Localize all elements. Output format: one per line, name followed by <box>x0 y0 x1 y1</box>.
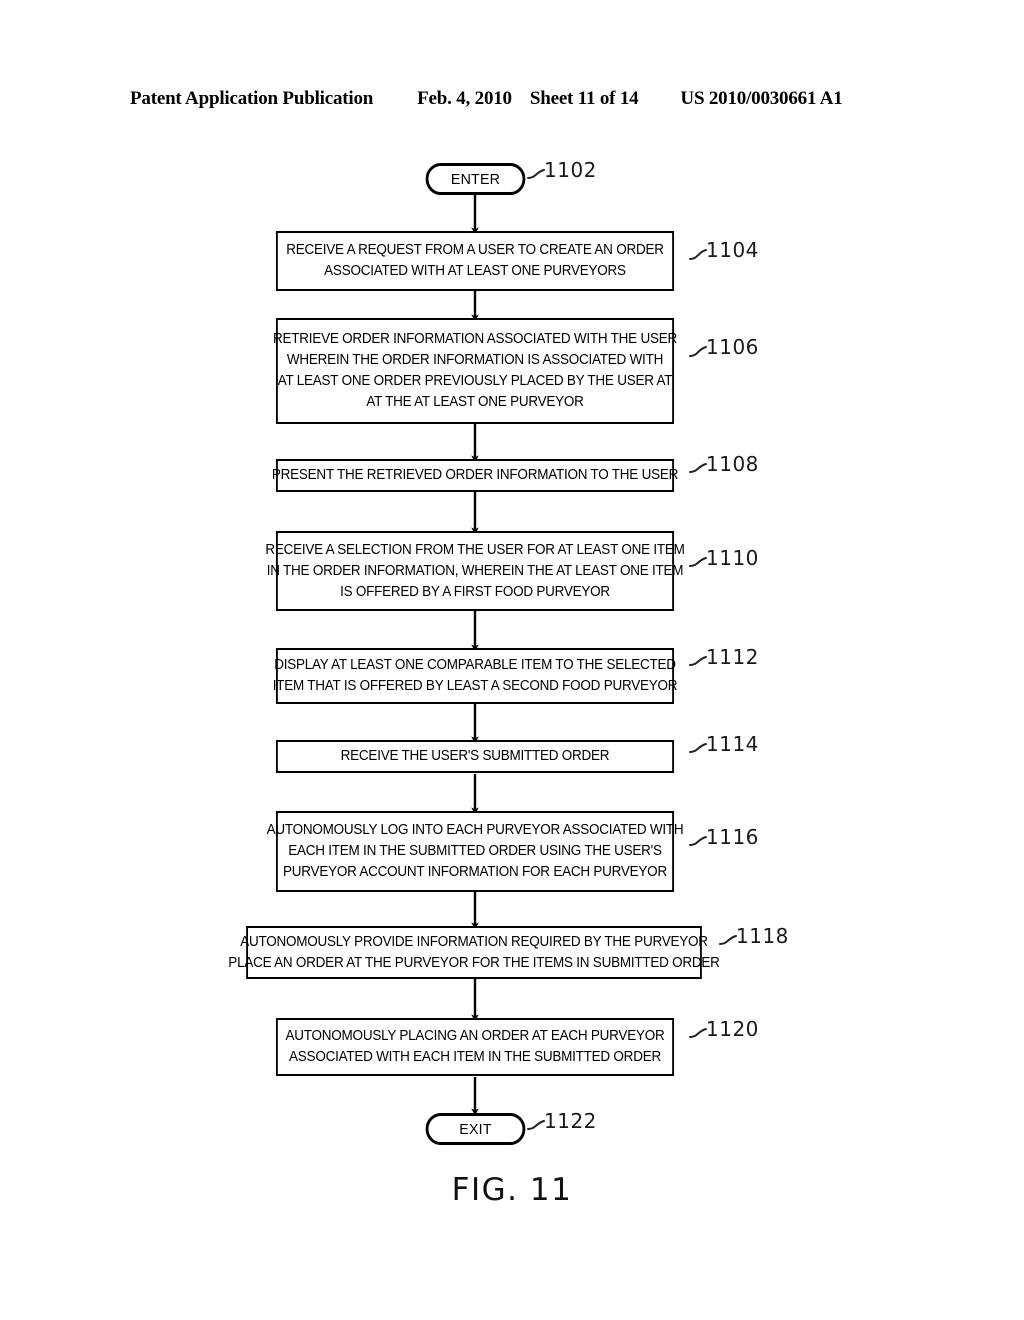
flow-node-1116-line-1: AUTONOMOUSLY LOG INTO EACH PURVEYOR ASSO… <box>266 822 684 838</box>
ref-numeral-1112: 1112 <box>706 645 759 669</box>
flow-node-1110-line-1: RECEIVE A SELECTION FROM THE USER FOR AT… <box>265 541 685 558</box>
flow-node-1106-line-3: AT LEAST ONE ORDER PREVIOUSLY PLACED BY … <box>277 373 673 389</box>
flow-node-1112-line-2: ITEM THAT IS OFFERED BY LEAST A SECOND F… <box>272 678 678 694</box>
flow-node-1106[interactable]: RETRIEVE ORDER INFORMATION ASSOCIATED WI… <box>273 318 677 424</box>
flow-node-1118-line-2: PLACE AN ORDER AT THE PURVEYOR FOR THE I… <box>228 954 720 971</box>
flow-node-1110-line-3: IS OFFERED BY A FIRST FOOD PURVEYOR <box>340 583 610 600</box>
flow-node-1104[interactable]: RECEIVE A REQUEST FROM A USER TO CREATE … <box>275 231 675 291</box>
ref-numeral-1110: 1110 <box>706 546 759 570</box>
flow-node-1112-line-1: DISPLAY AT LEAST ONE COMPARABLE ITEM TO … <box>274 657 676 673</box>
flow-node-1106-line-1: RETRIEVE ORDER INFORMATION ASSOCIATED WI… <box>273 331 677 347</box>
ref-numeral-1108: 1108 <box>706 452 759 476</box>
flow-node-1114-line-1: RECEIVE THE USER'S SUBMITTED ORDER <box>340 748 610 764</box>
flow-node-1116[interactable]: AUTONOMOUSLY LOG INTO EACH PURVEYOR ASSO… <box>267 811 684 892</box>
ref-numeral-1118: 1118 <box>736 924 789 948</box>
flow-node-1110-line-2: IN THE ORDER INFORMATION, WHEREIN THE AT… <box>266 562 684 579</box>
flow-terminal-enter[interactable]: ENTER <box>425 163 526 195</box>
flow-node-1110[interactable]: RECEIVE A SELECTION FROM THE USER FOR AT… <box>265 531 685 611</box>
flow-node-1116-line-3: PURVEYOR ACCOUNT INFORMATION FOR EACH PU… <box>283 864 667 880</box>
flow-node-1120-line-1: AUTONOMOUSLY PLACING AN ORDER AT EACH PU… <box>285 1028 665 1044</box>
flow-node-1106-line-4: AT THE AT LEAST ONE PURVEYOR <box>366 394 584 410</box>
ref-numeral-1116: 1116 <box>706 825 759 849</box>
flow-node-1108-line-1: PRESENT THE RETRIEVED ORDER INFORMATION … <box>271 467 679 483</box>
ref-numeral-1102: 1102 <box>544 158 597 182</box>
flow-node-1108[interactable]: PRESENT THE RETRIEVED ORDER INFORMATION … <box>272 459 678 492</box>
flow-node-1104-line-1: RECEIVE A REQUEST FROM A USER TO CREATE … <box>286 242 664 258</box>
flow-terminal-exit[interactable]: EXIT <box>425 1113 526 1145</box>
flow-node-1118-line-1: AUTONOMOUSLY PROVIDE INFORMATION REQUIRE… <box>240 933 708 950</box>
ref-numeral-1104: 1104 <box>706 238 759 262</box>
flow-terminal-exit-label: EXIT <box>459 1120 492 1138</box>
flowchart-diagram: ENTER 1102 RECEIVE A REQUEST FROM A USER… <box>0 0 1024 1320</box>
ref-numeral-1122: 1122 <box>544 1109 597 1133</box>
flow-node-1118[interactable]: AUTONOMOUSLY PROVIDE INFORMATION REQUIRE… <box>228 926 720 979</box>
flow-node-1106-line-2: WHEREIN THE ORDER INFORMATION IS ASSOCIA… <box>286 352 664 368</box>
flow-node-1120-line-2: ASSOCIATED WITH EACH ITEM IN THE SUBMITT… <box>289 1049 661 1065</box>
ref-numeral-1120: 1120 <box>706 1017 759 1041</box>
ref-numeral-1114: 1114 <box>706 732 759 756</box>
figure-caption: FIG. 11 <box>451 1172 573 1208</box>
ref-numeral-1106: 1106 <box>706 335 759 359</box>
flow-node-1112[interactable]: DISPLAY AT LEAST ONE COMPARABLE ITEM TO … <box>273 648 678 704</box>
flow-node-1104-line-2: ASSOCIATED WITH AT LEAST ONE PURVEYORS <box>324 263 626 279</box>
flow-node-1114[interactable]: RECEIVE THE USER'S SUBMITTED ORDER <box>275 740 675 773</box>
flow-terminal-enter-label: ENTER <box>450 170 501 188</box>
flow-node-1120[interactable]: AUTONOMOUSLY PLACING AN ORDER AT EACH PU… <box>275 1018 675 1076</box>
flow-node-1116-line-2: EACH ITEM IN THE SUBMITTED ORDER USING T… <box>288 843 662 859</box>
